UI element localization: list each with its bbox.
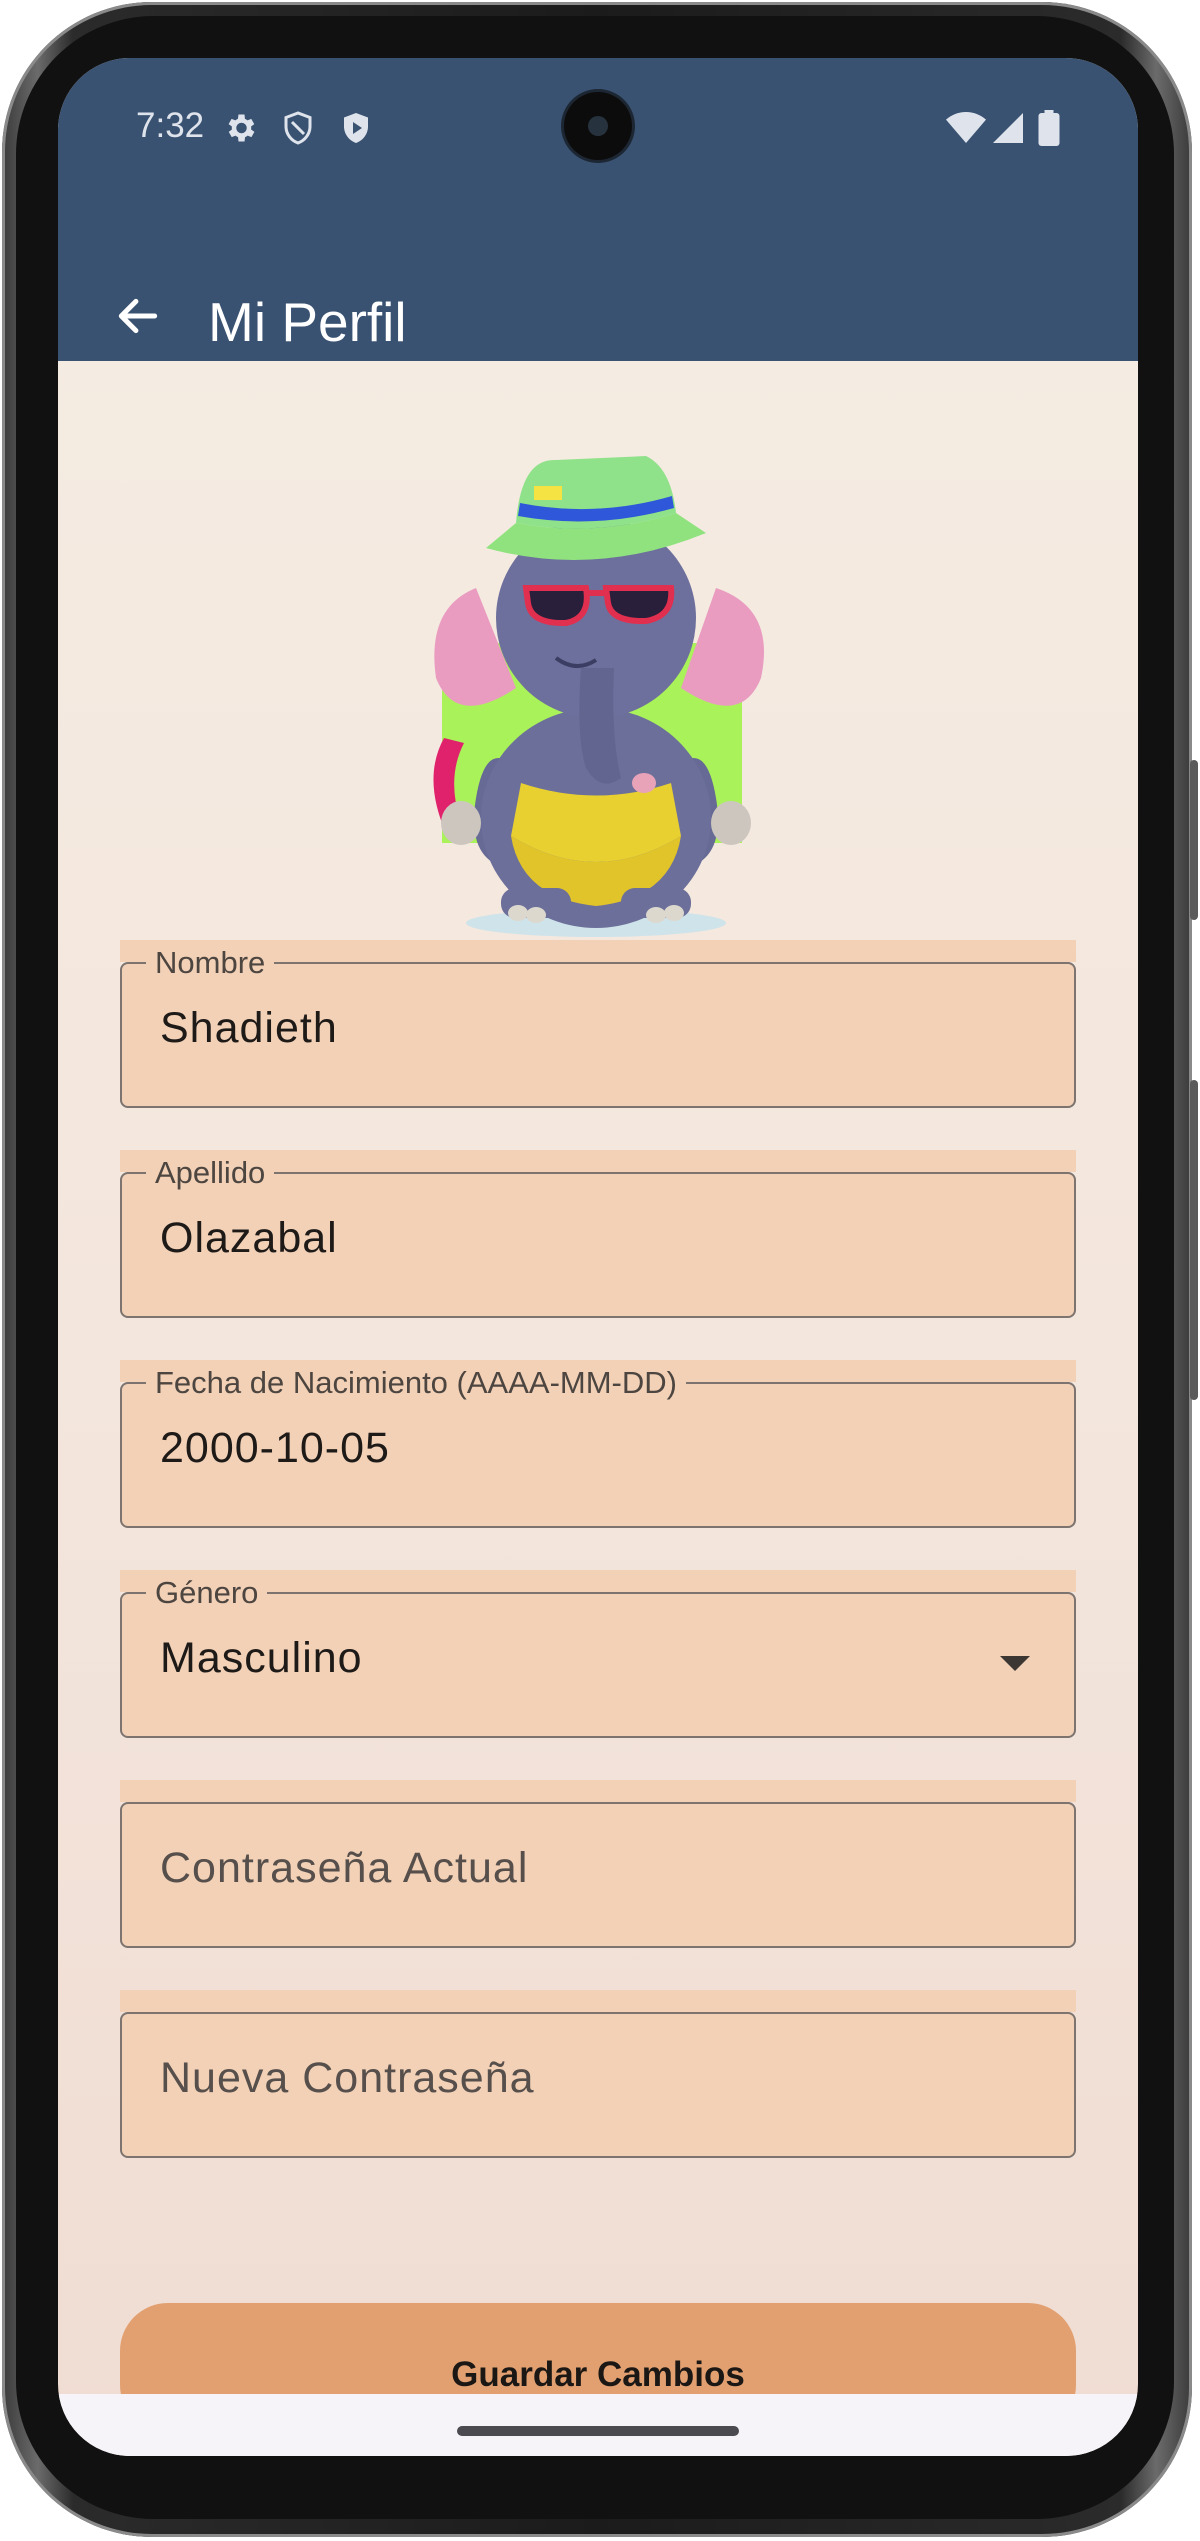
genero-value: Masculino (160, 1634, 363, 1682)
nueva-contrasena-input[interactable]: Nueva Contraseña (120, 1990, 1076, 2158)
shield-play-icon (344, 113, 368, 143)
fecha-nacimiento-value: 2000-10-05 (160, 1424, 390, 1472)
power-button (1190, 760, 1198, 920)
dropdown-arrow-icon[interactable] (1000, 1656, 1030, 1671)
shield-outline-icon (284, 111, 312, 145)
genero-label: Género (146, 1577, 268, 1608)
front-camera (564, 92, 632, 160)
elephant-mascot-illustration (433, 456, 764, 937)
apellido-label: Apellido (146, 1157, 275, 1188)
back-button[interactable] (98, 276, 178, 356)
apellido-field[interactable]: Apellido Olazabal (120, 1150, 1076, 1318)
nombre-field[interactable]: Nombre Shadieth (120, 940, 1076, 1108)
battery-icon (1038, 110, 1060, 146)
volume-button (1190, 1080, 1198, 1400)
app-bar: 7:32 Mi Perfil (58, 58, 1138, 361)
fecha-nacimiento-label: Fecha de Nacimiento (AAAA-MM-DD) (146, 1367, 686, 1398)
device-screen: 7:32 Mi Perfil Nombre Shadieth Apellido … (58, 58, 1138, 2456)
nombre-label: Nombre (146, 947, 275, 978)
status-time: 7:32 (136, 106, 205, 145)
genero-dropdown[interactable]: Género Masculino (120, 1570, 1076, 1738)
home-indicator[interactable] (457, 2426, 739, 2436)
wifi-icon (946, 112, 986, 143)
cell-signal-icon (993, 113, 1023, 143)
page-title: Mi Perfil (208, 291, 407, 353)
arrow-left-icon (118, 298, 158, 334)
system-nav-bar (58, 2394, 1138, 2456)
fecha-nacimiento-field[interactable]: Fecha de Nacimiento (AAAA-MM-DD) 2000-10… (120, 1360, 1076, 1528)
apellido-value: Olazabal (160, 1214, 338, 1262)
nombre-value: Shadieth (160, 1004, 338, 1052)
gear-icon (228, 114, 255, 142)
guardar-cambios-label: Guardar Cambios (451, 2355, 745, 2394)
contrasena-actual-placeholder: Contraseña Actual (160, 1844, 529, 1892)
nueva-contrasena-placeholder: Nueva Contraseña (160, 2054, 535, 2102)
contrasena-actual-input[interactable]: Contraseña Actual (120, 1780, 1076, 1948)
